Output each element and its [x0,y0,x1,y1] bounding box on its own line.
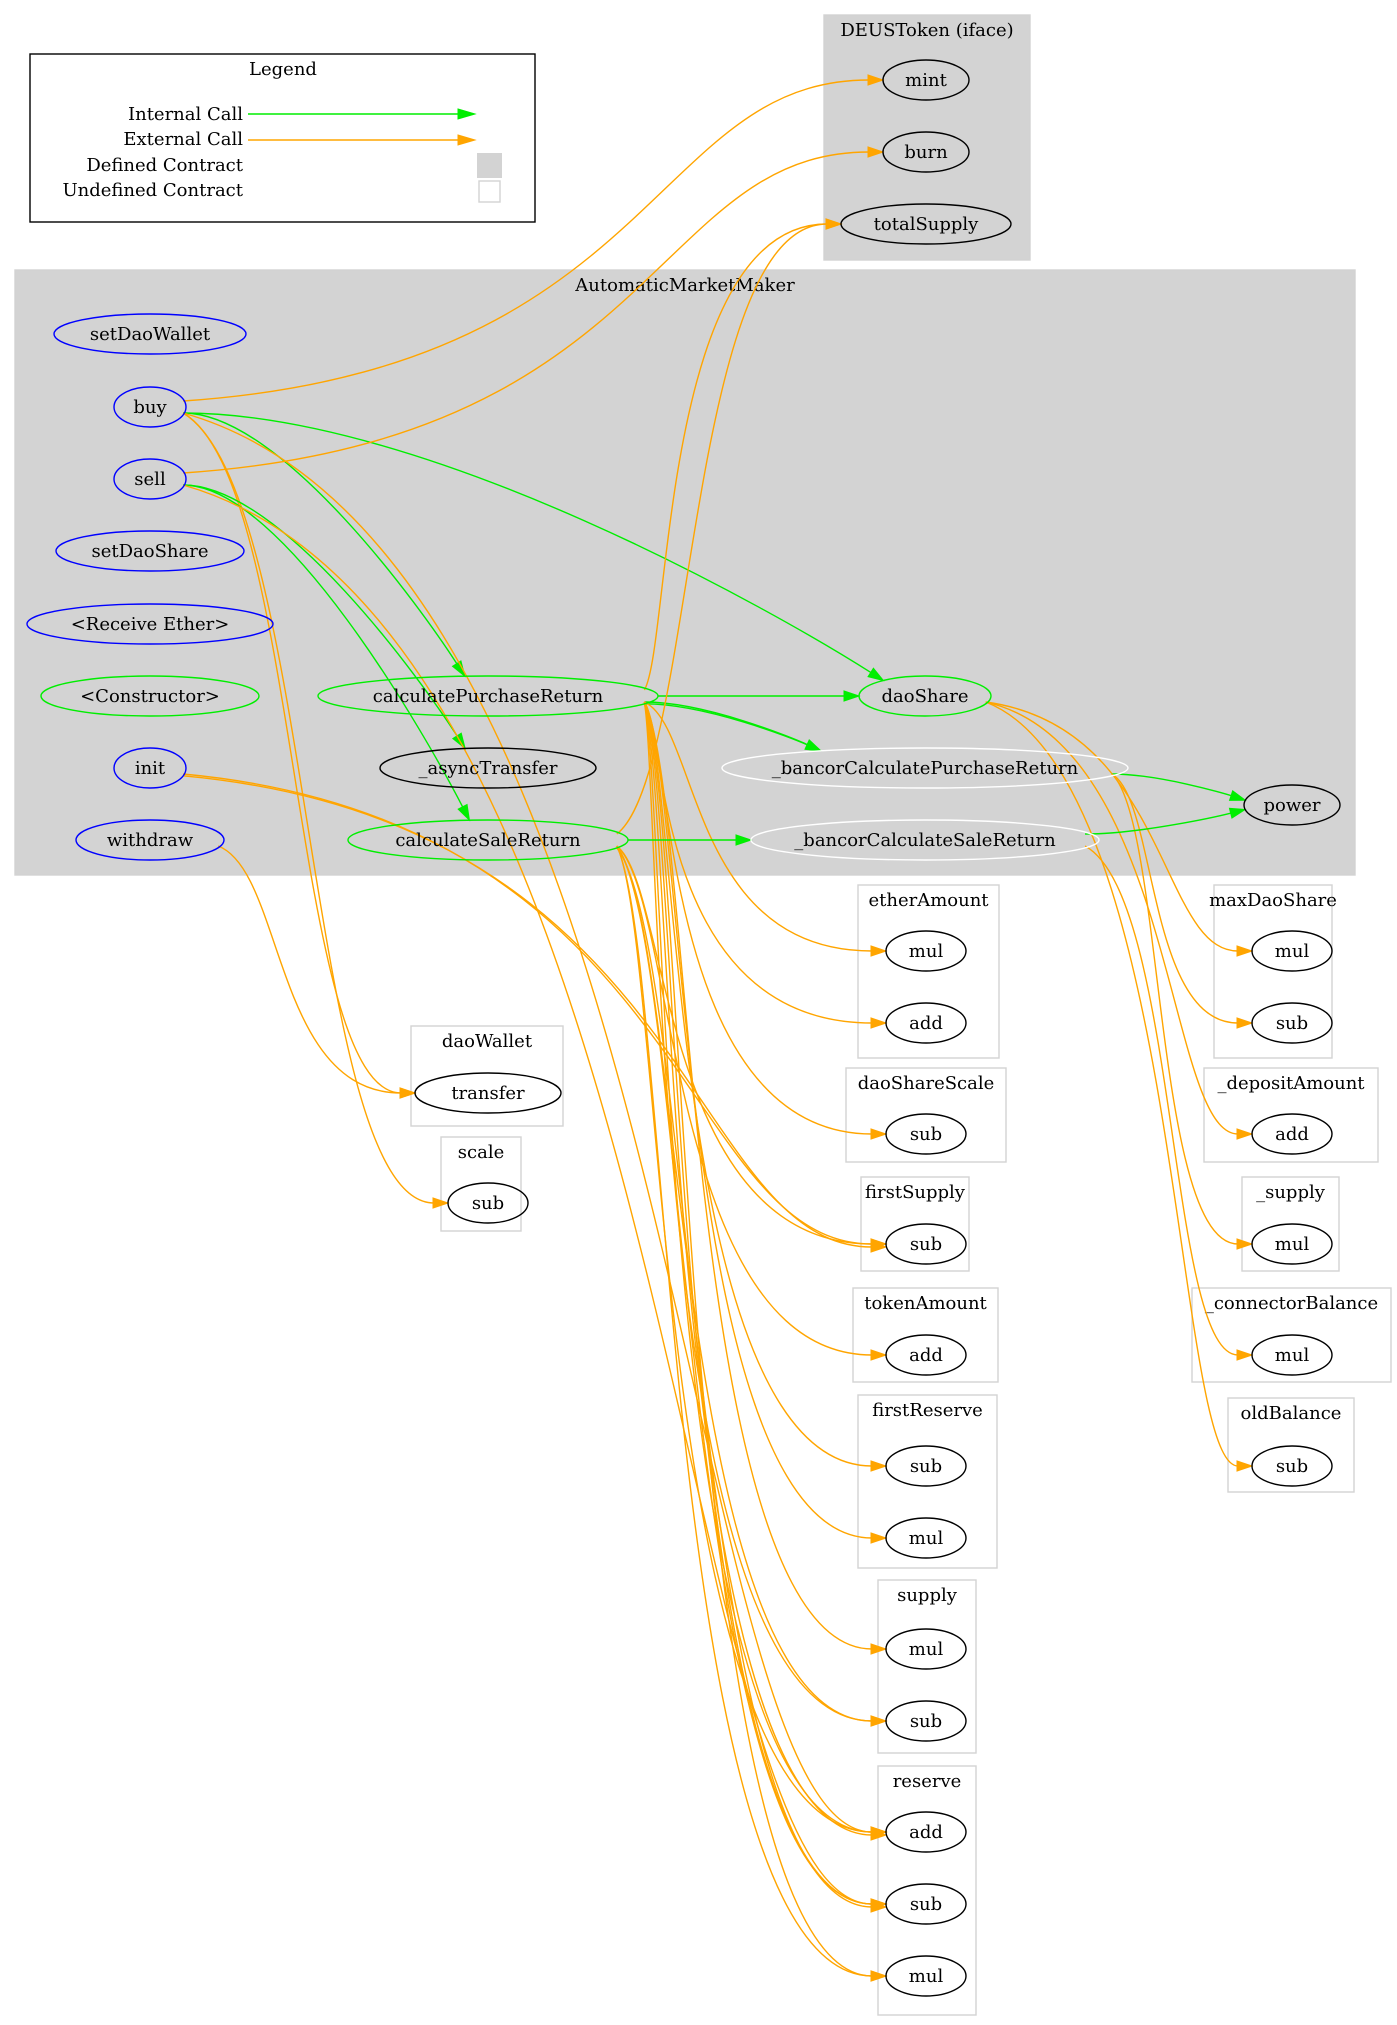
cluster-label: oldBalance [1241,1403,1342,1424]
node-label: daoShare [881,686,968,707]
node-label: mul [909,1966,944,1987]
cluster-label: daoWallet [442,1031,533,1052]
node-label: sell [134,469,166,490]
external-call-edge [616,845,873,1722]
node-label: add [909,1822,943,1843]
node-label: add [909,1013,943,1034]
cluster-automaticmarketmaker: AutomaticMarketMaker [14,269,1356,876]
legend-undefined-contract-swatch [478,180,501,203]
node-label: calculatePurchaseReturn [373,686,604,707]
cluster-label: daoShareScale [858,1073,995,1094]
node-label: <Receive Ether> [71,614,230,635]
external-call-edge [643,701,873,1977]
external-call-edge [616,845,873,1905]
node-label: sub [910,1456,942,1477]
cluster-firstsupply: firstSupply [860,1176,970,1272]
cluster-label: supply [897,1585,958,1606]
external-call-edge [616,845,873,1245]
node-label: totalSupply [874,214,980,235]
node-label: withdraw [107,830,194,851]
legend-title: Legend [249,59,317,80]
node-label: sub [910,1894,942,1915]
node-label: _asyncTransfer [419,758,558,779]
node-label: calculateSaleReturn [395,830,581,851]
legend-undefined-contract-label: Undefined Contract [62,180,243,201]
legend: Legend Internal Call External Call Defin… [29,53,536,223]
node-label: mul [1275,1234,1310,1255]
node-label: mul [1275,1345,1310,1366]
cluster-label: firstSupply [865,1182,966,1203]
cluster-label: etherAmount [868,890,989,911]
node-label: sub [910,1124,942,1145]
cluster-label: _connectorBalance [1205,1293,1378,1314]
node-label: mint [905,70,947,91]
cluster-label: maxDaoShare [1209,890,1337,911]
legend-defined-contract-swatch [477,153,502,178]
node-label: _bancorCalculateSaleReturn [794,830,1056,851]
legend-internal-call-label: Internal Call [128,104,243,125]
node-label: mul [1275,941,1310,962]
legend-defined-contract-label: Defined Contract [86,155,243,176]
external-call-edge [616,845,873,1833]
node-label: power [1263,795,1320,816]
clusters-layer: DEUSToken (iface) AutomaticMarketMaker eth… [14,14,1392,2016]
cluster-label: scale [458,1142,504,1163]
cluster-maxdaoshare: maxDaoShare [1209,884,1337,1059]
cluster-label: DEUSToken (iface) [840,20,1013,41]
external-call-edge [217,845,402,1094]
cluster-box [14,269,1356,876]
node-label: buy [133,397,167,418]
node-label: sub [472,1193,504,1214]
call-graph: Legend Internal Call External Call Defin… [14,14,1392,2016]
node-label: add [1275,1124,1309,1145]
node-label: mul [909,941,944,962]
node-label: setDaoWallet [90,324,211,345]
node-label: add [909,1345,943,1366]
cluster-label: firstReserve [872,1400,983,1421]
node-label: _bancorCalculatePurchaseReturn [772,758,1079,779]
cluster-label: tokenAmount [864,1293,987,1314]
cluster-daosharescale: daoShareScale [845,1067,1007,1163]
external-call-edge [616,845,873,1977]
node-label: init [135,758,166,779]
node-label: sub [1276,1456,1308,1477]
external-call-edge [616,845,873,1356]
cluster-label: _supply [1256,1182,1326,1203]
cluster-oldbalance: oldBalance [1227,1397,1355,1493]
cluster-label: AutomaticMarketMaker [574,275,795,296]
legend-external-call-label: External Call [123,129,243,150]
node-label: mul [909,1639,944,1660]
node-label: sub [910,1234,942,1255]
node-label: <Constructor> [80,686,220,707]
cluster-depositamount: _depositAmount [1203,1067,1379,1163]
node-label: sub [1276,1013,1308,1034]
cluster-scale: scale [440,1136,522,1232]
node-label: setDaoShare [91,541,208,562]
cluster-label: reserve [893,1771,962,1792]
node-label: sub [910,1711,942,1732]
cluster-daowallet: daoWallet [410,1025,564,1127]
cluster-label: _depositAmount [1217,1073,1365,1094]
node-label: mul [909,1528,944,1549]
node-label: burn [904,142,948,163]
node-label: transfer [451,1083,525,1104]
